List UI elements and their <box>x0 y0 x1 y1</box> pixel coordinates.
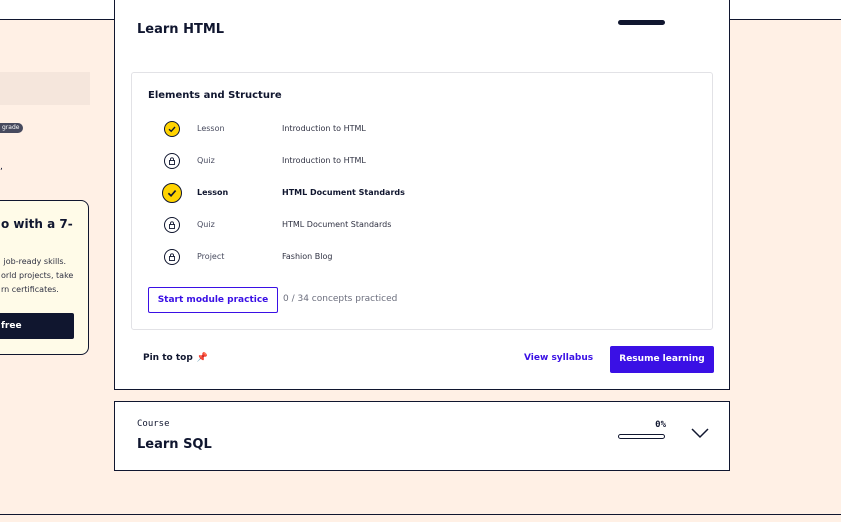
lock-icon <box>164 217 180 233</box>
check-icon <box>162 183 182 203</box>
item-kind: Quiz <box>197 156 215 165</box>
pin-label: Pin to top <box>143 353 193 363</box>
list-item[interactable]: Lesson HTML Document Standards <box>162 183 664 204</box>
progress-bar <box>618 434 665 439</box>
item-kind: Lesson <box>197 188 229 197</box>
practice-status: 0 / 34 concepts practiced <box>283 294 398 304</box>
start-trial-button[interactable]: free <box>0 313 74 339</box>
progress-percent: 0% <box>655 420 666 430</box>
item-name[interactable]: HTML Document Standards <box>282 220 391 229</box>
course-card-sql[interactable]: Course Learn SQL 0% <box>114 401 730 471</box>
view-syllabus-link[interactable]: View syllabus <box>524 353 593 363</box>
list-item[interactable]: Project Fashion Blog <box>164 248 664 268</box>
resume-learning-button[interactable]: Resume learning <box>610 346 714 373</box>
module-title: Elements and Structure <box>148 90 282 101</box>
course-card-html: Learn HTML Elements and Structure Lesson… <box>114 0 730 390</box>
item-kind: Lesson <box>197 124 225 133</box>
course-label: Course <box>137 419 170 429</box>
module-panel: Elements and Structure Lesson Introducti… <box>131 72 713 330</box>
lock-icon <box>164 249 180 265</box>
start-module-practice-button[interactable]: Start module practice <box>148 287 278 313</box>
course-title[interactable]: Learn SQL <box>137 437 212 452</box>
sidebar-nav-item[interactable] <box>0 72 90 105</box>
footer-divider <box>0 514 841 515</box>
item-name[interactable]: Introduction to HTML <box>282 156 366 165</box>
item-name[interactable]: HTML Document Standards <box>282 188 405 197</box>
item-name[interactable]: Fashion Blog <box>282 252 332 261</box>
item-name[interactable]: Introduction to HTML <box>282 124 366 133</box>
item-kind: Quiz <box>197 220 215 229</box>
progress-bar <box>618 20 665 25</box>
chevron-down-icon[interactable] <box>690 424 710 443</box>
pin-to-top-button[interactable]: Pin to top 📌 <box>143 353 208 363</box>
trial-title: o with a 7- <box>1 217 73 231</box>
upgrade-badge: grade <box>0 123 24 133</box>
trial-description: job-ready skills. orld projects, take rn… <box>1 257 74 294</box>
list-item[interactable]: Quiz Introduction to HTML <box>164 152 664 172</box>
pin-icon: 📌 <box>196 353 208 363</box>
list-item[interactable]: Lesson Introduction to HTML <box>164 120 664 140</box>
check-icon <box>164 121 180 137</box>
list-item[interactable]: Quiz HTML Document Standards <box>164 216 664 236</box>
item-kind: Project <box>197 252 225 261</box>
trial-promo-card: o with a 7- job-ready skills. orld proje… <box>0 200 89 355</box>
lock-icon <box>164 153 180 169</box>
sidebar-marker: , <box>0 162 3 172</box>
course-title[interactable]: Learn HTML <box>137 22 224 37</box>
